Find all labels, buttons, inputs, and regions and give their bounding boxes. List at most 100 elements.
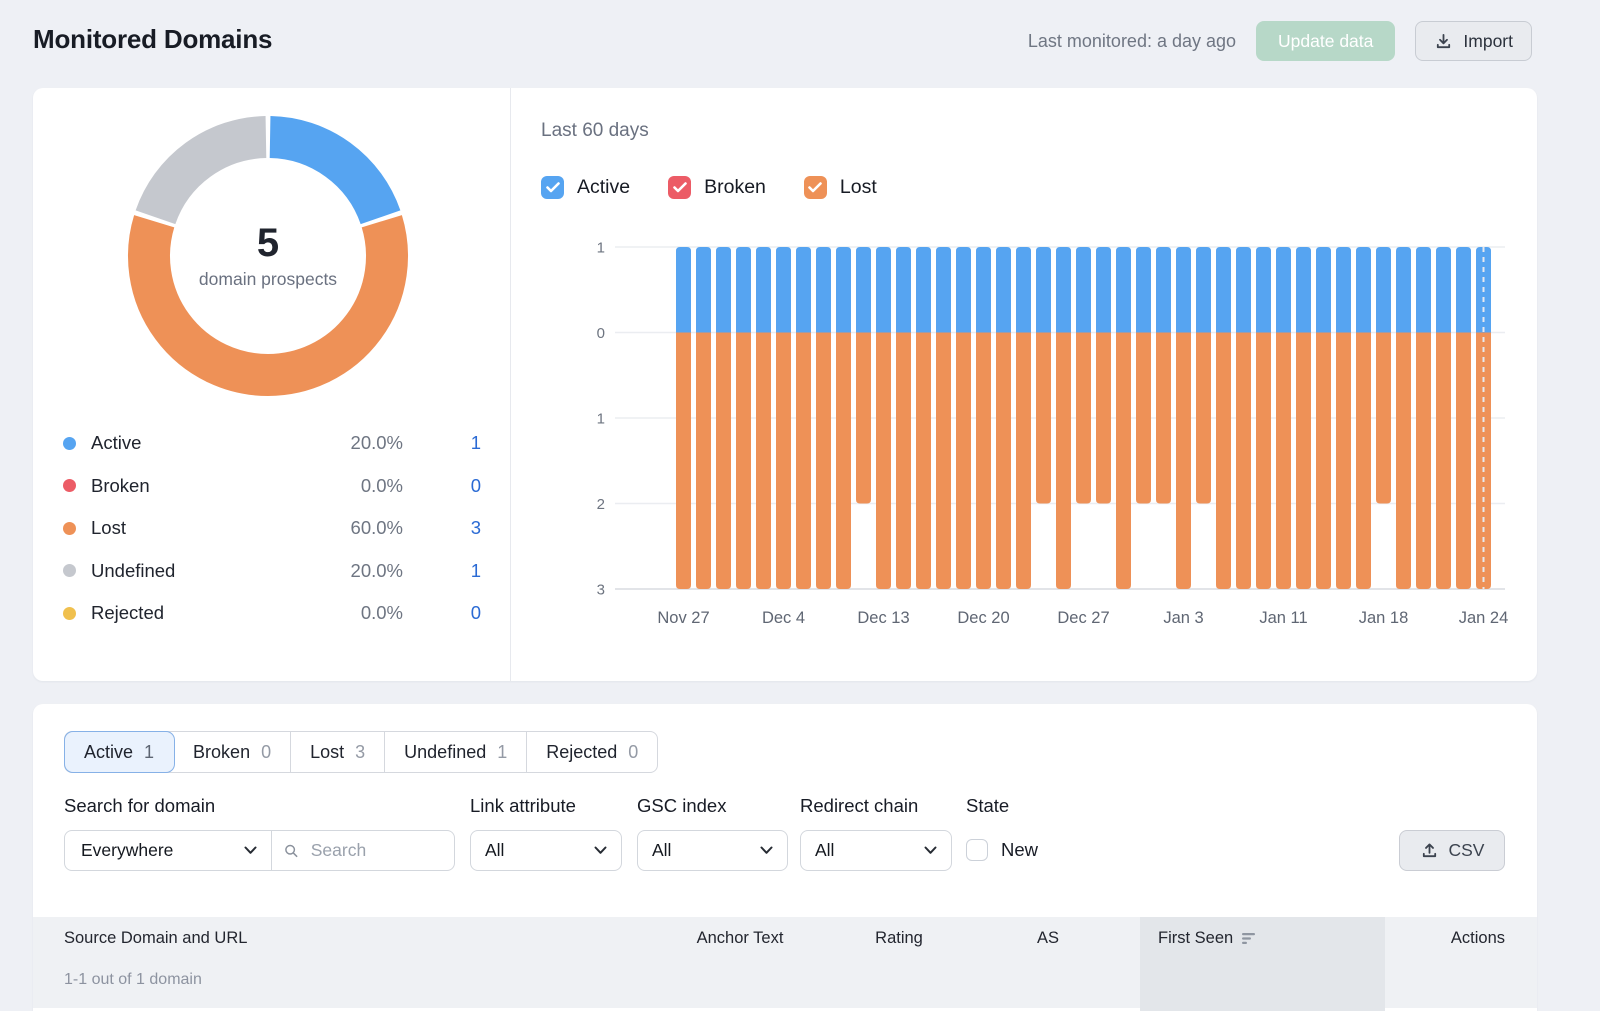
- bar-lost[interactable]: [856, 333, 871, 504]
- donut-chart-svg[interactable]: [118, 106, 418, 406]
- bar-lost[interactable]: [1116, 333, 1131, 590]
- bar-lost[interactable]: [1376, 333, 1391, 504]
- bar-lost[interactable]: [1136, 333, 1151, 504]
- update-data-button[interactable]: Update data: [1256, 21, 1395, 61]
- redirect-chain-select[interactable]: All: [800, 830, 952, 871]
- bar-active[interactable]: [796, 247, 811, 333]
- series-toggle[interactable]: Broken: [668, 176, 766, 199]
- bar-lost[interactable]: [916, 333, 931, 590]
- status-tab-broken[interactable]: Broken 0: [174, 732, 291, 772]
- bar-active[interactable]: [1276, 247, 1291, 333]
- checkbox-checked-icon[interactable]: [668, 176, 691, 199]
- bar-active[interactable]: [856, 247, 871, 333]
- bar-active[interactable]: [736, 247, 751, 333]
- bar-active[interactable]: [1316, 247, 1331, 333]
- checkbox-checked-icon[interactable]: [804, 176, 827, 199]
- bar-active[interactable]: [1356, 247, 1371, 333]
- bar-lost[interactable]: [1036, 333, 1051, 504]
- bar-lost[interactable]: [996, 333, 1011, 590]
- bar-active[interactable]: [776, 247, 791, 333]
- bar-lost[interactable]: [1236, 333, 1251, 590]
- bar-lost[interactable]: [1156, 333, 1171, 504]
- series-toggle[interactable]: Active: [541, 176, 630, 199]
- column-header-rating[interactable]: Rating: [875, 929, 923, 948]
- bar-lost[interactable]: [1096, 333, 1111, 504]
- bar-active[interactable]: [1256, 247, 1271, 333]
- checkbox-unchecked-icon[interactable]: [966, 839, 988, 861]
- search-scope-select[interactable]: Everywhere: [65, 831, 272, 870]
- legend-count-link[interactable]: 1: [403, 432, 481, 454]
- status-tab-active[interactable]: Active 1: [65, 732, 174, 772]
- export-csv-button[interactable]: CSV: [1399, 830, 1505, 871]
- bar-active[interactable]: [996, 247, 1011, 333]
- bar-active[interactable]: [1196, 247, 1211, 333]
- legend-count-link[interactable]: 0: [403, 602, 481, 624]
- bar-lost[interactable]: [756, 333, 771, 590]
- bar-lost[interactable]: [736, 333, 751, 590]
- donut-segment-lost[interactable]: [149, 221, 387, 375]
- bar-lost[interactable]: [1316, 333, 1331, 590]
- trend-chart[interactable]: 10123Nov 27Dec 4Dec 13Dec 20Dec 27Jan 3J…: [585, 235, 1520, 635]
- bar-active[interactable]: [1176, 247, 1191, 333]
- bar-lost[interactable]: [1216, 333, 1231, 590]
- bar-active[interactable]: [1216, 247, 1231, 333]
- bar-active[interactable]: [1036, 247, 1051, 333]
- checkbox-checked-icon[interactable]: [541, 176, 564, 199]
- bar-lost[interactable]: [1396, 333, 1411, 590]
- bar-lost[interactable]: [1356, 333, 1371, 590]
- bar-lost[interactable]: [836, 333, 851, 590]
- status-tab-undefined[interactable]: Undefined 1: [385, 732, 527, 772]
- link-attribute-select[interactable]: All: [470, 830, 622, 871]
- bar-active[interactable]: [916, 247, 931, 333]
- bar-lost[interactable]: [1056, 333, 1071, 590]
- bar-lost[interactable]: [716, 333, 731, 590]
- donut-segment-active[interactable]: [270, 137, 380, 217]
- series-toggle[interactable]: Lost: [804, 176, 877, 199]
- legend-count-link[interactable]: 3: [403, 517, 481, 539]
- bar-active[interactable]: [896, 247, 911, 333]
- bar-lost[interactable]: [896, 333, 911, 590]
- legend-count-link[interactable]: 0: [403, 475, 481, 497]
- status-tab-lost[interactable]: Lost 3: [291, 732, 385, 772]
- bar-active[interactable]: [676, 247, 691, 333]
- legend-count-link[interactable]: 1: [403, 560, 481, 582]
- bar-active[interactable]: [936, 247, 951, 333]
- bar-active[interactable]: [816, 247, 831, 333]
- bar-lost[interactable]: [1276, 333, 1291, 590]
- bar-lost[interactable]: [1416, 333, 1431, 590]
- bar-active[interactable]: [976, 247, 991, 333]
- bar-active[interactable]: [1116, 247, 1131, 333]
- status-tab-rejected[interactable]: Rejected 0: [527, 732, 657, 772]
- bar-lost[interactable]: [1196, 333, 1211, 504]
- bar-active[interactable]: [1436, 247, 1451, 333]
- bar-lost[interactable]: [956, 333, 971, 590]
- column-header-first-seen[interactable]: First Seen: [1158, 929, 1258, 948]
- bar-lost[interactable]: [1076, 333, 1091, 504]
- bar-active[interactable]: [836, 247, 851, 333]
- bar-lost[interactable]: [776, 333, 791, 590]
- bar-lost[interactable]: [1336, 333, 1351, 590]
- bar-lost[interactable]: [1436, 333, 1451, 590]
- bar-active[interactable]: [1416, 247, 1431, 333]
- bar-active[interactable]: [756, 247, 771, 333]
- bar-active[interactable]: [1296, 247, 1311, 333]
- bar-active[interactable]: [1396, 247, 1411, 333]
- bar-active[interactable]: [1456, 247, 1471, 333]
- bar-active[interactable]: [1156, 247, 1171, 333]
- import-button[interactable]: Import: [1415, 21, 1532, 61]
- search-input[interactable]: [309, 839, 442, 862]
- bar-lost[interactable]: [676, 333, 691, 590]
- bar-active[interactable]: [1376, 247, 1391, 333]
- bar-lost[interactable]: [816, 333, 831, 590]
- bar-lost[interactable]: [936, 333, 951, 590]
- bar-lost[interactable]: [1256, 333, 1271, 590]
- bar-active[interactable]: [1336, 247, 1351, 333]
- bar-lost[interactable]: [696, 333, 711, 590]
- bar-lost[interactable]: [876, 333, 891, 590]
- donut-segment-undefined[interactable]: [155, 137, 265, 217]
- bar-active[interactable]: [1236, 247, 1251, 333]
- gsc-index-select[interactable]: All: [637, 830, 788, 871]
- bar-active[interactable]: [876, 247, 891, 333]
- bar-lost[interactable]: [976, 333, 991, 590]
- bar-lost[interactable]: [1016, 333, 1031, 590]
